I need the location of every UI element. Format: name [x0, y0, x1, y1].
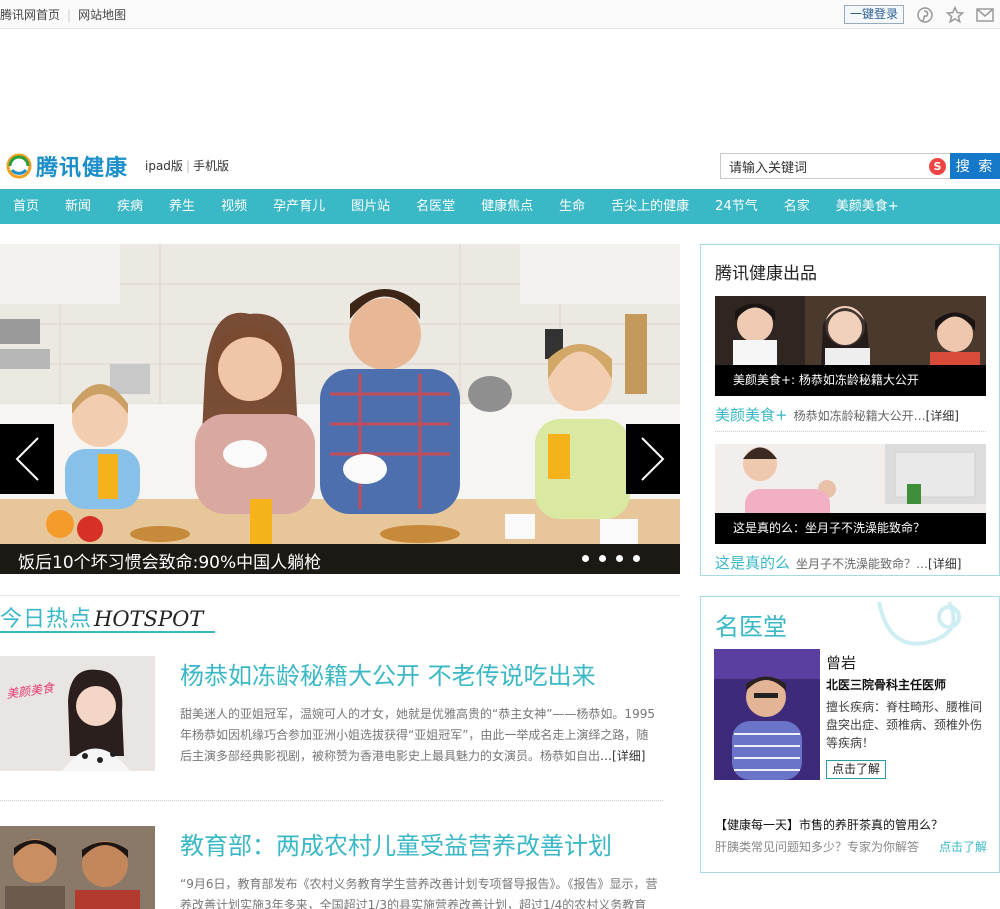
hotspot-heading: 今日热点 HOTSPOT	[0, 601, 203, 633]
top-bar: 腾讯网首页 | 网站地图 一键登录	[0, 0, 1000, 29]
slider-dot[interactable]	[633, 555, 640, 562]
article-summary-text: “9月6日，教育部发布《农村义务教育学生营养改善计划专项督导报告》。《报告》显示…	[180, 877, 658, 909]
divider: |	[67, 8, 72, 22]
star-icon[interactable]	[946, 5, 964, 24]
promo-tag[interactable]: 这是真的么	[715, 554, 790, 572]
nav-item-experts[interactable]: 名家	[771, 189, 823, 224]
doctor-photo[interactable]	[714, 649, 820, 780]
search-button[interactable]: 搜 索	[950, 153, 1000, 179]
nav-item-news[interactable]: 新闻	[52, 189, 104, 224]
article-thumbnail[interactable]: 美颜美食	[0, 656, 155, 771]
promo-text[interactable]: 杨恭如冻龄秘籍大公开…	[794, 409, 926, 423]
mail-icon[interactable]	[976, 6, 994, 24]
promo-caption[interactable]: 美颜美食+: 杨恭如冻龄秘籍大公开	[715, 365, 986, 396]
daily-learn-more-link[interactable]: 点击了解	[939, 838, 987, 855]
one-click-login-button[interactable]: 一键登录	[843, 5, 904, 24]
slider-dot[interactable]	[616, 555, 623, 562]
daily-health-question[interactable]: 【健康每一天】市售的养肝茶真的管用么？	[715, 816, 943, 833]
article-summary-text: 甜美迷人的亚姐冠军，温婉可人的才女，她就是优雅高贵的“恭主女神”——杨恭如。19…	[180, 707, 655, 763]
nav-item-home[interactable]: 首页	[0, 189, 52, 224]
article-thumbnail[interactable]	[0, 826, 155, 909]
search-box: 请输入关键词 S 搜 索	[720, 153, 1000, 179]
doctor-name[interactable]: 曾岩	[826, 652, 856, 673]
nav-item-solar-terms[interactable]: 24节气	[702, 189, 771, 224]
pinterest-icon[interactable]	[916, 6, 934, 24]
promo-card[interactable]: 这是真的么：坐月子不洗澡能致命？	[715, 444, 986, 544]
nav-item-photos[interactable]: 图片站	[338, 189, 403, 224]
nav-item-parenting[interactable]: 孕产育儿	[260, 189, 338, 224]
promo-caption[interactable]: 这是真的么：坐月子不洗澡能致命？	[715, 513, 986, 544]
nav-item-life[interactable]: 生命	[546, 189, 598, 224]
nav-item-wellness[interactable]: 养生	[156, 189, 208, 224]
family-breakfast-photo	[0, 244, 680, 574]
nav-item-video[interactable]: 视频	[208, 189, 260, 224]
hotspot-underline	[0, 631, 215, 633]
daily-health-answer[interactable]: 肝胰类常见问题知多少？专家为你解答	[715, 838, 919, 855]
slider-dot[interactable]	[599, 555, 606, 562]
promo-card[interactable]: 美颜美食+: 杨恭如冻龄秘籍大公开	[715, 296, 986, 396]
slider-next-button[interactable]	[626, 424, 680, 494]
search-placeholder: 请输入关键词	[729, 160, 808, 176]
article-summary: “9月6日，教育部发布《农村义务教育学生营养改善计划专项督导报告》。《报告》显示…	[180, 874, 660, 909]
sogou-icon: S	[929, 158, 946, 175]
article-divider	[0, 800, 663, 801]
nav-item-beauty[interactable]: 美颜美食+	[823, 189, 912, 224]
nav-item-food[interactable]: 舌尖上的健康	[598, 189, 702, 224]
nav-item-focus[interactable]: 健康焦点	[468, 189, 546, 224]
divider: |	[185, 159, 190, 173]
promo-tag[interactable]: 美颜美食+	[715, 406, 788, 424]
version-links: ipad版 | 手机版	[145, 157, 229, 174]
promo-link-line: 这是真的么 坐月子不洗澡能致命？…[详细]	[715, 552, 961, 573]
article-more-link[interactable]: …[详细]	[600, 749, 645, 763]
produced-box-title: 腾讯健康出品	[715, 264, 817, 284]
doctor-position: 北医三院骨科主任医师	[826, 678, 947, 692]
slide-caption[interactable]: 饭后10个坏习惯会致命:90%中国人躺枪	[0, 544, 680, 574]
doctors-box-title: 名医堂	[715, 613, 787, 641]
chevron-right-icon	[641, 437, 665, 481]
produced-box: 腾讯健康出品 美颜美食+: 杨恭如冻龄秘籍大公开 美颜美食+ 杨恭如冻龄秘籍大公开…	[700, 244, 1000, 576]
chevron-left-icon	[15, 437, 39, 481]
slider-dot[interactable]	[582, 555, 589, 562]
doctors-box: 名医堂 曾岩 北医三院骨科主任医师 擅长疾病：脊柱畸形、腰椎间盘突出症、颈椎病、…	[700, 596, 1000, 873]
hotspot-title-en: HOTSPOT	[94, 607, 204, 631]
ipad-version-link[interactable]: ipad版	[145, 159, 183, 173]
promo-link-line: 美颜美食+ 杨恭如冻龄秘籍大公开…[详细]	[715, 404, 959, 425]
slide-caption-text[interactable]: 饭后10个坏习惯会致命:90%中国人躺枪	[18, 548, 321, 573]
top-tools: 一键登录	[843, 5, 994, 24]
nav-item-disease[interactable]: 疾病	[104, 189, 156, 224]
doctor-learn-more-button[interactable]: 点击了解	[826, 760, 887, 779]
article-title[interactable]: 教育部：两成农村儿童受益营养改善计划	[180, 826, 612, 861]
hero-slider[interactable]: 饭后10个坏习惯会致命:90%中国人躺枪	[0, 244, 680, 574]
tencent-logo-icon	[6, 153, 32, 179]
slider-dots	[582, 555, 640, 562]
slider-prev-button[interactable]	[0, 424, 54, 494]
mobile-version-link[interactable]: 手机版	[193, 159, 229, 173]
article-title[interactable]: 杨恭如冻龄秘籍大公开 不老传说吃出来	[180, 656, 596, 691]
promo-detail-link[interactable]: [详细]	[928, 557, 961, 571]
main-nav: 首页 新闻 疾病 养生 视频 孕产育儿 图片站 名医堂 健康焦点 生命 舌尖上的…	[0, 189, 1000, 224]
sitemap-link[interactable]: 网站地图	[78, 8, 126, 22]
nav-item-doctors[interactable]: 名医堂	[403, 189, 468, 224]
article-summary: 甜美迷人的亚姐冠军，温婉可人的才女，她就是优雅高贵的“恭主女神”——杨恭如。19…	[180, 704, 660, 767]
site-logo[interactable]: 腾讯健康	[6, 150, 128, 182]
promo-detail-link[interactable]: [详细]	[926, 409, 959, 423]
search-input[interactable]: 请输入关键词 S	[720, 153, 950, 179]
top-links: 腾讯网首页 | 网站地图	[0, 6, 126, 23]
promo-divider	[715, 431, 986, 432]
section-divider	[0, 595, 680, 596]
promo-text[interactable]: 坐月子不洗澡能致命？…	[796, 557, 928, 571]
logo-text: 腾讯健康	[36, 156, 129, 181]
home-link[interactable]: 腾讯网首页	[0, 8, 60, 22]
decorative-stethoscope-icon	[877, 601, 961, 646]
hotspot-title-cn: 今日热点	[0, 607, 93, 632]
doctor-specialty: 擅长疾病：脊柱畸形、腰椎间盘突出症、颈椎病、颈椎外伤等疾病！	[826, 700, 983, 750]
